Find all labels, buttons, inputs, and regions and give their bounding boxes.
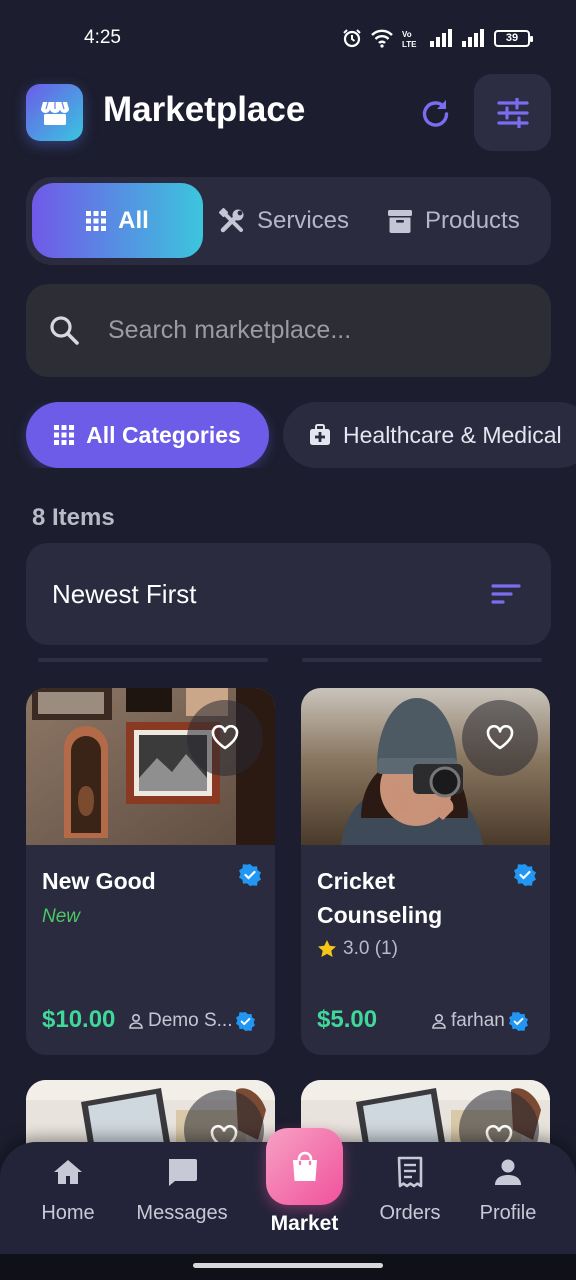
favorite-button[interactable] [187,700,263,776]
seller-name: farhan [451,1010,505,1031]
home-indicator[interactable] [193,1263,383,1268]
segment-all[interactable]: All [32,183,203,258]
nav-profile[interactable]: Profile [472,1142,544,1254]
divider [302,658,542,662]
listing-card[interactable]: Cricket Counseling 3.0 (1) $5.00 farhan [301,688,550,1055]
wifi-icon [370,28,394,48]
listing-price: $10.00 [42,1006,116,1033]
star-icon [318,940,336,957]
listing-rating: 3.0 (1) [317,938,398,960]
heart-outline-icon [486,725,514,750]
type-segmented-control: All Services Products [26,177,551,265]
svg-text:Vo: Vo [402,30,412,39]
nav-label: Messages [136,1202,228,1224]
alarm-icon [342,28,362,48]
category-chips: All Categories Healthcare & Medical [0,402,576,468]
listing-title: New Good [42,868,156,894]
favorite-button[interactable] [462,700,538,776]
segment-label: Services [257,206,350,234]
shopping-bag-icon [292,1151,317,1181]
chip-all-categories[interactable]: All Categories [26,402,269,468]
medical-kit-icon [310,424,330,445]
nav-label: Profile [479,1202,537,1224]
nav-market[interactable] [266,1128,343,1205]
archive-box-icon [388,209,412,233]
seller-info: farhan [431,1010,528,1032]
refresh-icon [422,100,449,127]
grid-icon [54,425,75,445]
filter-button[interactable] [474,74,551,151]
nav-label: Home [41,1202,95,1224]
listing-card[interactable]: New Good New $10.00 Demo S... [26,688,275,1055]
new-tag: New [42,906,81,927]
volte-icon: Vo LTE [402,28,422,48]
status-bar: 4:25 Vo LTE 39 [0,0,576,76]
chip-label: Healthcare & Medical [343,421,562,448]
chip-label: All Categories [86,421,241,448]
segment-label: Products [425,206,520,234]
verified-badge-icon [508,1011,528,1031]
signal-icon [430,29,454,47]
person-icon [129,1013,143,1029]
nav-market-label: Market [270,1212,339,1235]
person-icon [432,1013,446,1029]
page-title: Marketplace [103,90,306,129]
status-time: 4:25 [84,27,121,48]
sort-label: Newest First [52,579,197,609]
search-input[interactable] [108,306,528,354]
app-header: Marketplace [0,74,576,152]
listing-title: Cricket Counseling [317,868,443,928]
nav-messages[interactable]: Messages [130,1142,234,1254]
signal-icon [462,29,486,47]
nav-label: Orders [379,1202,441,1224]
nav-orders[interactable]: Orders [372,1142,448,1254]
home-icon [53,1154,83,1190]
search-icon [48,314,80,351]
segment-services[interactable]: Services [219,183,349,258]
svg-text:LTE: LTE [402,40,417,48]
chat-icon [166,1154,198,1190]
grid-icon [86,210,107,231]
verified-badge-icon [236,1011,256,1031]
listing-price: $5.00 [317,1006,378,1033]
person-icon [494,1154,522,1190]
store-logo-icon [26,84,83,141]
verified-badge-icon [514,864,536,891]
nav-home[interactable]: Home [30,1142,106,1254]
sort-icon [491,583,521,610]
seller-name: Demo S... [148,1010,233,1031]
heart-outline-icon [211,725,239,750]
receipt-icon [396,1154,424,1190]
refresh-button[interactable] [416,94,454,132]
segment-products[interactable]: Products [387,183,520,258]
results-count: 8 Items [32,504,115,531]
tools-icon [219,207,244,232]
divider [38,658,268,662]
seller-info: Demo S... [128,1010,256,1032]
rating-value: 3.0 (1) [343,938,398,959]
sort-dropdown[interactable]: Newest First [26,543,551,645]
verified-badge-icon [239,864,261,891]
segment-label: All [118,206,149,234]
battery-icon: 39 [494,29,533,47]
sliders-icon [496,97,529,128]
search-bar [26,284,551,377]
chip-healthcare-medical[interactable]: Healthcare & Medical [283,402,576,468]
status-icons: Vo LTE 39 [342,28,533,48]
